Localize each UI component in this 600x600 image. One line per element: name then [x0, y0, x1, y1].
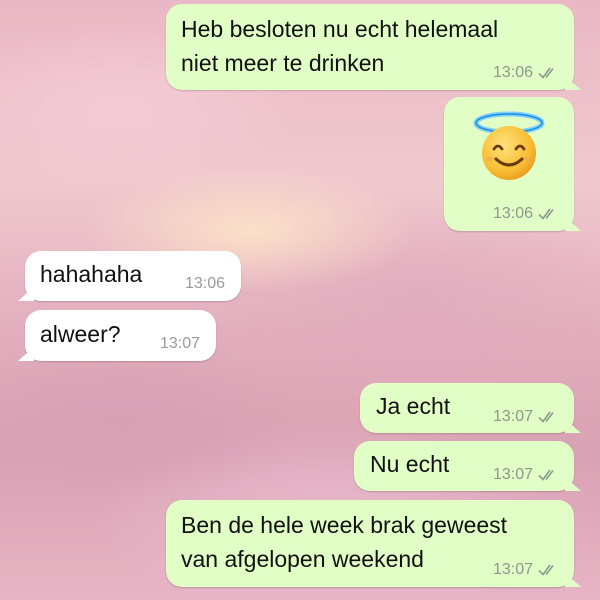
message-meta: 13:07: [160, 335, 200, 353]
double-check-icon: [538, 67, 554, 79]
message-meta: 13:06: [493, 64, 560, 82]
message-text-line: Heb besloten nu echt helemaal: [181, 16, 499, 42]
outgoing-message[interactable]: Nu echt 13:07: [354, 441, 581, 491]
timestamp: 13:07: [492, 466, 533, 483]
message-text-line: niet meer te drinken: [181, 50, 385, 76]
double-check-icon: [538, 469, 554, 481]
message-meta: 13:07: [493, 561, 560, 579]
double-check-icon: [538, 564, 554, 576]
halo-smile-emoji-icon: [473, 111, 545, 180]
timestamp: 13:07: [492, 561, 533, 578]
bubble-tail: [565, 419, 581, 433]
message-text-line: alweer?: [40, 321, 121, 347]
bubble-tail: [565, 477, 581, 491]
timestamp: 13:06: [184, 275, 225, 292]
message-meta: 13:07: [493, 466, 560, 484]
timestamp: 13:07: [492, 408, 533, 425]
bubble-tail: [565, 76, 581, 90]
outgoing-message[interactable]: Ben de hele week brak geweest van afgelo…: [166, 500, 581, 587]
outgoing-emoji-message[interactable]: 13:06: [444, 97, 581, 231]
outgoing-message[interactable]: Heb besloten nu echt helemaal niet meer …: [166, 4, 581, 90]
message-text-line: Nu echt: [370, 451, 450, 477]
incoming-message[interactable]: alweer? 13:07: [18, 310, 216, 361]
message-text-line: Ben de hele week brak geweest: [181, 512, 508, 538]
outgoing-message[interactable]: Ja echt 13:07: [360, 383, 581, 433]
message-meta: 13:07: [493, 408, 560, 426]
message-text-line: Ja echt: [376, 393, 451, 419]
message-meta: 13:06: [493, 205, 560, 223]
incoming-message[interactable]: hahahaha 13:06: [18, 251, 241, 301]
timestamp: 13:06: [492, 64, 533, 81]
message-text-line: hahahaha: [40, 261, 143, 287]
timestamp: 13:07: [159, 335, 200, 352]
message-list[interactable]: Heb besloten nu echt helemaal niet meer …: [0, 0, 600, 600]
message-text-line: van afgelopen weekend: [181, 546, 424, 572]
bubble-tail: [18, 287, 34, 301]
bubble-tail: [565, 573, 581, 587]
bubble-tail: [565, 217, 581, 231]
double-check-icon: [538, 208, 554, 220]
double-check-icon: [538, 411, 554, 423]
bubble-tail: [18, 347, 34, 361]
timestamp: 13:06: [492, 205, 533, 222]
message-meta: 13:06: [185, 275, 225, 293]
